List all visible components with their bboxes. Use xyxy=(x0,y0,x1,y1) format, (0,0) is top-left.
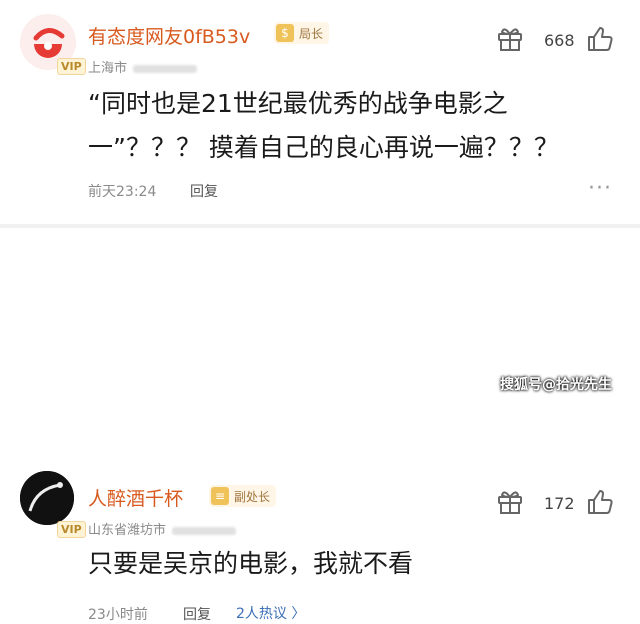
location: 上海市 xyxy=(88,57,198,76)
location-text: 上海市 xyxy=(88,61,128,76)
reply-button[interactable]: 回复 xyxy=(190,181,218,201)
like-count: 668 xyxy=(544,31,575,50)
watermark: 搜狐号@拾光先生 xyxy=(500,377,612,393)
thumbs-up-icon[interactable] xyxy=(586,488,614,516)
timestamp: 前天23:24 xyxy=(88,184,157,200)
more-options-icon[interactable]: ··· xyxy=(588,176,612,201)
location: 山东省潍坊市 xyxy=(88,519,237,538)
comment-item: VIP 有态度网友0fB53v $ 局长 上海市 668 “同时也是21世纪最优… xyxy=(0,0,640,225)
comment-text-line: 只要是吴京的电影，我就不看 xyxy=(88,549,414,578)
avatar[interactable] xyxy=(20,471,74,525)
rank-badge: $ 局长 xyxy=(274,22,330,44)
username[interactable]: 有态度网友0fB53v xyxy=(88,22,250,49)
thumbs-up-icon[interactable] xyxy=(586,25,614,53)
vip-badge: VIP xyxy=(57,58,86,75)
comment-text-line: 一”？？？ 摸着自己的良心再说一遍？？？ xyxy=(88,133,559,162)
hot-replies-link[interactable]: 2人热议 〉 xyxy=(236,603,305,623)
username[interactable]: 人醉酒千杯 xyxy=(88,484,183,511)
gift-icon[interactable] xyxy=(496,489,524,515)
blurred-text xyxy=(133,64,198,73)
like-count: 172 xyxy=(544,494,575,513)
rank-label: 局长 xyxy=(299,26,324,41)
rank-icon: $ xyxy=(276,24,294,42)
reply-button[interactable]: 回复 xyxy=(183,604,211,624)
gift-icon[interactable] xyxy=(496,26,524,52)
rank-icon: ≡ xyxy=(211,487,229,505)
blurred-text xyxy=(172,526,237,535)
location-text: 山东省潍坊市 xyxy=(88,523,167,538)
comment-text-line: “同时也是21世纪最优秀的战争电影之 xyxy=(88,89,508,118)
rank-label: 副处长 xyxy=(234,489,271,504)
timestamp: 23小时前 xyxy=(88,607,148,623)
avatar-image-icon xyxy=(20,471,74,525)
rank-badge: ≡ 副处长 xyxy=(209,485,277,507)
vip-badge: VIP xyxy=(57,521,86,538)
